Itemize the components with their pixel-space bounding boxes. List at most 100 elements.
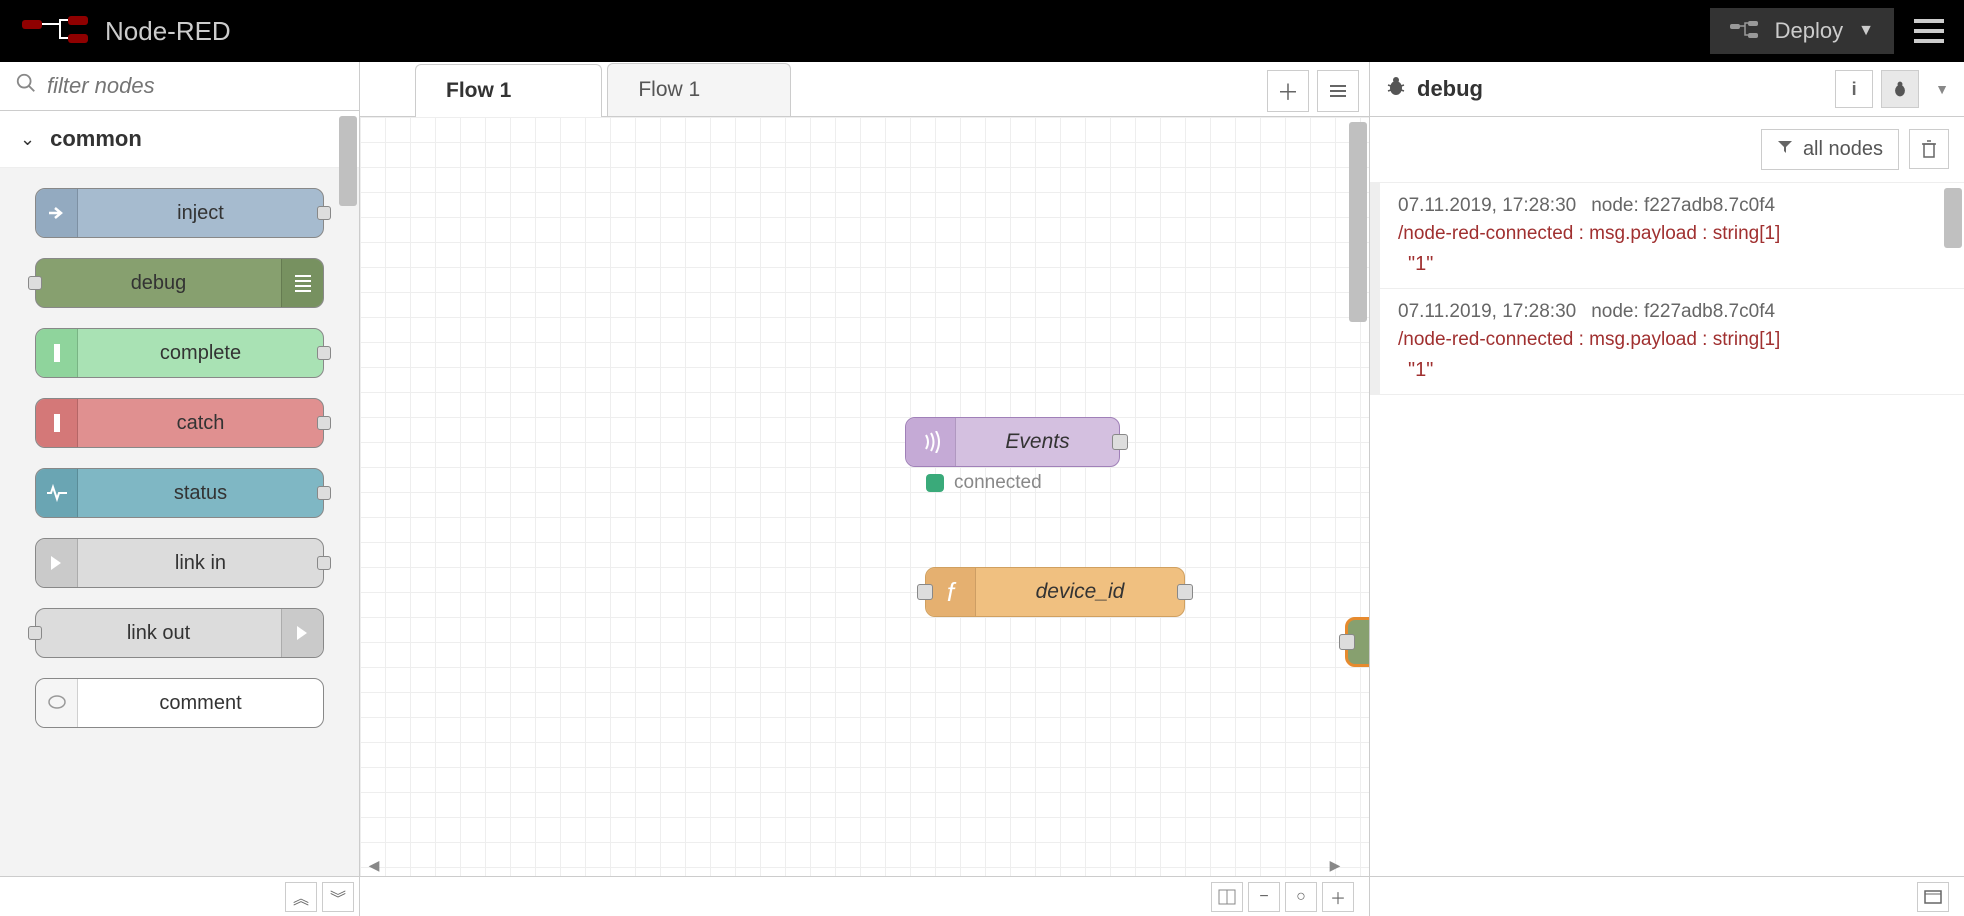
clear-log-button[interactable] xyxy=(1909,129,1949,169)
inject-icon xyxy=(36,189,78,237)
log-entry[interactable]: 07.11.2019, 17:28:30 node: f227adb8.7c0f4… xyxy=(1370,289,1964,395)
palette-node-complete[interactable]: complete xyxy=(35,328,324,378)
debug-toolbar: all nodes xyxy=(1370,117,1964,183)
flow-node-events[interactable]: Events connected xyxy=(905,417,1120,467)
node-port xyxy=(317,556,331,570)
node-port xyxy=(317,206,331,220)
wires xyxy=(360,117,660,267)
node-label: catch xyxy=(78,412,323,435)
link-out-icon xyxy=(281,609,323,657)
status-dot-icon xyxy=(926,474,944,492)
deploy-label: Deploy xyxy=(1775,18,1843,44)
deploy-caret-icon: ▼ xyxy=(1858,22,1874,40)
canvas-wrap: Events connected f device_id msg xyxy=(360,117,1369,876)
search-icon xyxy=(15,72,37,100)
catch-icon xyxy=(36,399,78,447)
tab-flow-1b[interactable]: Flow 1 xyxy=(607,63,791,116)
deploy-button[interactable]: Deploy ▼ xyxy=(1710,8,1894,54)
tabs: Flow 1 Flow 1 ＋ xyxy=(360,62,1369,117)
node-port-out[interactable] xyxy=(1177,584,1193,600)
workspace: Flow 1 Flow 1 ＋ Events connec xyxy=(360,62,1369,916)
status-text: connected xyxy=(954,472,1042,494)
palette-node-status[interactable]: status xyxy=(35,468,324,518)
debug-icon xyxy=(281,259,323,307)
log-node: node: f227adb8.7c0f4 xyxy=(1591,301,1775,322)
navigator-button[interactable] xyxy=(1211,882,1243,912)
header-left: Node-RED xyxy=(20,16,231,47)
events-icon xyxy=(906,418,956,466)
node-port-in[interactable] xyxy=(917,584,933,600)
node-label: Events xyxy=(956,430,1119,454)
add-tab-button[interactable]: ＋ xyxy=(1267,70,1309,112)
zoom-in-button[interactable]: ＋ xyxy=(1322,882,1354,912)
node-port-out[interactable] xyxy=(1112,434,1128,450)
sidebar-footer: ︽ ︾ xyxy=(0,876,359,916)
chevron-down-icon: ⌄ xyxy=(20,129,35,150)
zoom-reset-button[interactable]: ○ xyxy=(1285,882,1317,912)
right-panel-title: debug xyxy=(1385,75,1483,103)
debug-tab-button[interactable] xyxy=(1881,70,1919,108)
filter-input[interactable] xyxy=(47,73,344,99)
palette-node-inject[interactable]: inject xyxy=(35,188,324,238)
scrollbar-vertical[interactable] xyxy=(1349,122,1367,851)
scrollbar[interactable] xyxy=(1944,188,1962,248)
deploy-icon xyxy=(1730,21,1760,41)
log-topic: /node-red-connected : msg.payload : stri… xyxy=(1398,329,1946,351)
node-port xyxy=(317,346,331,360)
info-button[interactable]: i xyxy=(1835,70,1873,108)
header: Node-RED Deploy ▼ xyxy=(0,0,1964,62)
palette-node-link-out[interactable]: link out xyxy=(35,608,324,658)
panel-menu-caret-icon[interactable]: ▼ xyxy=(1935,81,1949,97)
right-panel-actions: i ▼ xyxy=(1835,70,1949,108)
log-entry[interactable]: 07.11.2019, 17:28:30node: f227adb8.7c0f4… xyxy=(1370,183,1964,289)
palette-nodes: inject debug complete catch xyxy=(0,168,359,748)
zoom-out-button[interactable]: − xyxy=(1248,882,1280,912)
menu-button[interactable] xyxy=(1914,19,1944,43)
debug-log: 07.11.2019, 17:28:30 node: f227adb8.7c0f4… xyxy=(1370,183,1964,876)
palette-sidebar: ⌄ common inject debug complete xyxy=(0,62,360,916)
node-label: complete xyxy=(78,342,323,365)
link-in-icon xyxy=(36,539,78,587)
flow-node-device-id[interactable]: f device_id xyxy=(925,567,1185,617)
node-port xyxy=(28,276,42,290)
node-port xyxy=(317,416,331,430)
palette-node-comment[interactable]: comment xyxy=(35,678,324,728)
log-value: "1" xyxy=(1408,253,1946,276)
palette-node-link-in[interactable]: link in xyxy=(35,538,324,588)
node-label: comment xyxy=(78,692,323,715)
filter-all-nodes-button[interactable]: all nodes xyxy=(1761,129,1899,170)
open-window-button[interactable] xyxy=(1917,882,1949,912)
scrollbar[interactable] xyxy=(339,116,357,876)
node-port xyxy=(317,486,331,500)
scroll-left-icon[interactable]: ◀ xyxy=(365,856,383,874)
scroll-right-icon[interactable]: ▶ xyxy=(1326,856,1344,874)
right-panel-header: debug i ▼ xyxy=(1370,62,1964,117)
log-value: "1" xyxy=(1408,359,1946,382)
palette-node-catch[interactable]: catch xyxy=(35,398,324,448)
complete-icon xyxy=(36,329,78,377)
node-label: device_id xyxy=(976,580,1184,604)
category-common[interactable]: ⌄ common xyxy=(0,111,359,168)
bug-icon xyxy=(1385,75,1407,103)
category-label: common xyxy=(50,126,142,152)
tab-flow-1[interactable]: Flow 1 xyxy=(415,64,602,117)
right-panel-footer xyxy=(1370,876,1964,916)
collapse-up-button[interactable]: ︽ xyxy=(285,882,317,912)
palette: ⌄ common inject debug complete xyxy=(0,111,359,876)
comment-icon xyxy=(36,679,78,727)
collapse-down-button[interactable]: ︾ xyxy=(322,882,354,912)
tabs-actions: ＋ xyxy=(1267,70,1359,112)
filter-icon xyxy=(1777,138,1793,161)
list-tabs-button[interactable] xyxy=(1317,70,1359,112)
log-timestamp: 07.11.2019, 17:28:30 xyxy=(1398,195,1576,216)
palette-node-debug[interactable]: debug xyxy=(35,258,324,308)
node-port xyxy=(28,626,42,640)
filter-box xyxy=(0,62,359,111)
node-label: link in xyxy=(78,552,323,575)
log-topic: /node-red-connected : msg.payload : stri… xyxy=(1398,223,1946,245)
canvas[interactable]: Events connected f device_id msg xyxy=(360,117,1369,876)
node-label: inject xyxy=(78,202,323,225)
log-timestamp: 07.11.2019, 17:28:30 xyxy=(1398,301,1576,322)
node-label: debug xyxy=(36,272,281,295)
filter-label: all nodes xyxy=(1803,138,1883,161)
